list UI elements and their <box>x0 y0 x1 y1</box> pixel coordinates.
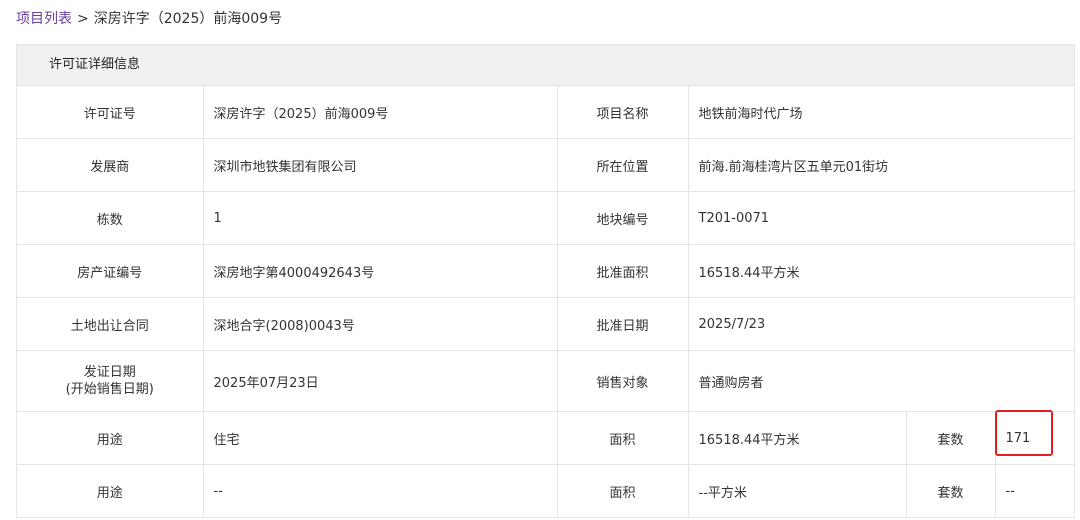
label-developer: 发展商 <box>17 138 204 192</box>
value-usage: 住宅 <box>203 411 558 465</box>
value-developer: 深圳市地铁集团有限公司 <box>203 138 558 192</box>
label-unit-count: 套数 <box>906 464 996 518</box>
value-building-count: 1 <box>203 191 558 245</box>
table-row: 许可证号 深房许字（2025）前海009号 项目名称 地铁前海时代广场 <box>17 86 1075 139</box>
label-building-count: 栋数 <box>17 191 204 245</box>
value-project-name: 地铁前海时代广场 <box>688 86 1075 139</box>
table-row: 土地出让合同 深地合字(2008)0043号 批准日期 2025/7/23 <box>17 297 1075 351</box>
label-issue-date: 发证日期 (开始销售日期) <box>17 350 204 412</box>
label-unit-count: 套数 <box>906 411 996 465</box>
value-license-number: 深房许字（2025）前海009号 <box>203 86 558 139</box>
label-location: 所在位置 <box>557 138 689 192</box>
value-area: --平方米 <box>688 464 907 518</box>
breadcrumb-link-project-list[interactable]: 项目列表 <box>16 11 72 27</box>
value-location: 前海.前海桂湾片区五单元01街坊 <box>688 138 1075 192</box>
label-sales-target: 销售对象 <box>557 350 689 412</box>
table-row: 发展商 深圳市地铁集团有限公司 所在位置 前海.前海桂湾片区五单元01街坊 <box>17 138 1075 192</box>
value-issue-date: 2025年07月23日 <box>203 350 558 412</box>
label-area: 面积 <box>557 411 689 465</box>
value-land-contract: 深地合字(2008)0043号 <box>203 297 558 351</box>
label-plot-number: 地块编号 <box>557 191 689 245</box>
table-row: 用途 -- 面积 --平方米 套数 -- <box>17 464 1075 518</box>
page: 项目列表 > 深房许字（2025）前海009号 许可证详细信息 许可证号 深房许字（… <box>0 0 1080 520</box>
label-land-contract: 土地出让合同 <box>17 297 204 351</box>
value-area: 16518.44平方米 <box>688 411 907 465</box>
label-approved-area: 批准面积 <box>557 244 689 298</box>
table-row: 栋数 1 地块编号 T201-0071 <box>17 191 1075 245</box>
value-sales-target: 普通购房者 <box>688 350 1075 412</box>
label-property-certificate: 房产证编号 <box>17 244 204 298</box>
highlight-annotation <box>995 410 1053 456</box>
value-plot-number: T201-0071 <box>688 191 1075 245</box>
label-license-number: 许可证号 <box>17 86 204 139</box>
breadcrumb-current: 深房许字（2025）前海009号 <box>93 11 283 27</box>
table-row: 用途 住宅 面积 16518.44平方米 套数 171 <box>17 411 1075 465</box>
license-detail-table: 许可证号 深房许字（2025）前海009号 项目名称 地铁前海时代广场 发展商 … <box>17 86 1075 518</box>
label-issue-date-line1: 发证日期 <box>83 365 136 380</box>
breadcrumb: 项目列表 > 深房许字（2025）前海009号 <box>16 9 282 29</box>
value-unit-count: -- <box>995 464 1075 518</box>
value-approved-area: 16518.44平方米 <box>688 244 1075 298</box>
value-usage: -- <box>203 464 558 518</box>
label-issue-date-line2: (开始销售日期) <box>65 382 154 397</box>
label-approval-date: 批准日期 <box>557 297 689 351</box>
value-approval-date: 2025/7/23 <box>688 297 1075 351</box>
label-area: 面积 <box>557 464 689 518</box>
value-property-certificate: 深房地字第4000492643号 <box>203 244 558 298</box>
license-detail-panel: 许可证详细信息 许可证号 深房许字（2025）前海009号 项目名称 地铁前海时… <box>16 44 1075 518</box>
table-row: 房产证编号 深房地字第4000492643号 批准面积 16518.44平方米 <box>17 244 1075 298</box>
table-row: 发证日期 (开始销售日期) 2025年07月23日 销售对象 普通购房者 <box>17 350 1075 412</box>
panel-title: 许可证详细信息 <box>17 45 1074 86</box>
label-usage: 用途 <box>17 411 204 465</box>
breadcrumb-separator: > <box>77 11 89 27</box>
label-usage: 用途 <box>17 464 204 518</box>
label-project-name: 项目名称 <box>557 86 689 139</box>
